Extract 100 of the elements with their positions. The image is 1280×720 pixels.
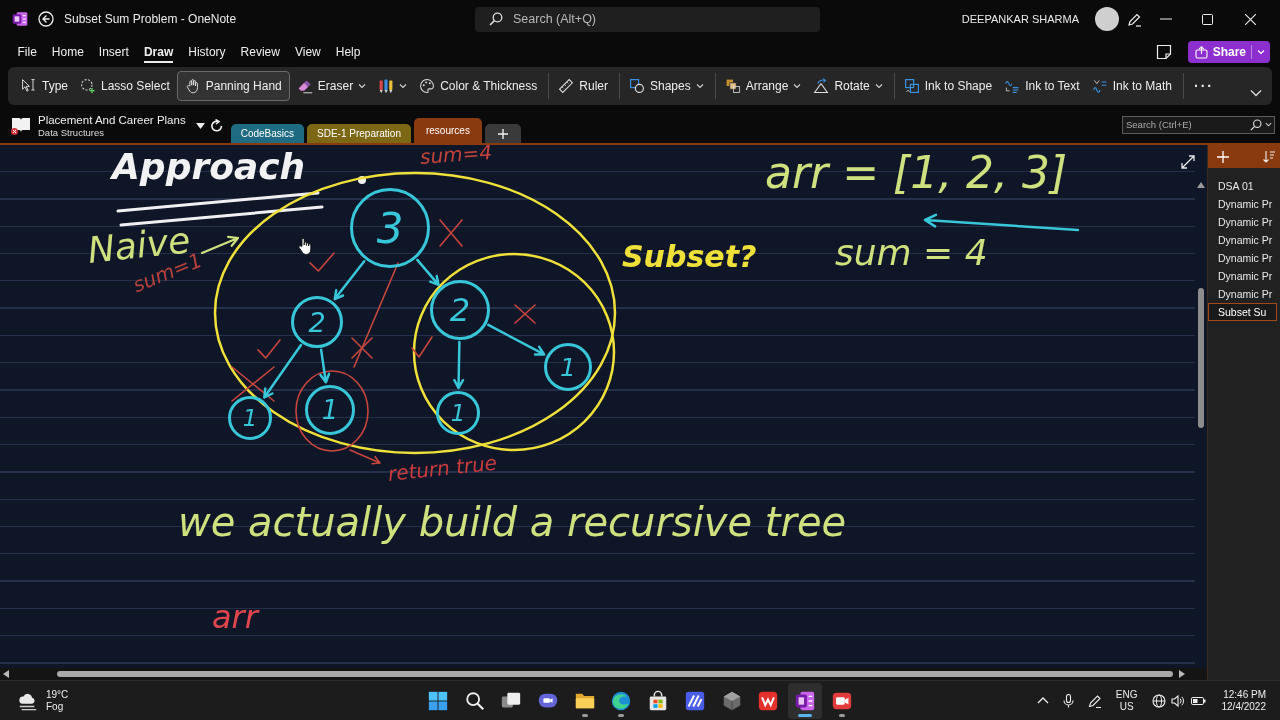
shapes-icon bbox=[629, 78, 645, 94]
scroll-thumb[interactable] bbox=[57, 671, 1173, 677]
clock-date[interactable]: 12/4/2022 bbox=[1221, 700, 1266, 713]
page-item[interactable]: DSA 01 bbox=[1208, 177, 1277, 195]
plus-icon[interactable] bbox=[1217, 150, 1229, 163]
cross-mark-icon bbox=[514, 304, 536, 324]
scroll-up-icon[interactable] bbox=[1197, 182, 1205, 188]
section-tab[interactable]: resources bbox=[413, 118, 482, 143]
handwritten-text: sum = 4 bbox=[835, 233, 988, 273]
rotate-icon bbox=[813, 78, 830, 94]
search-field[interactable]: Search (Ctrl+E) bbox=[1122, 115, 1275, 134]
menu-tab[interactable]: Insert bbox=[98, 41, 129, 63]
ribbon-button[interactable]: Color & Thickness bbox=[414, 71, 543, 101]
tree-node: 1 bbox=[436, 391, 480, 435]
share-icon bbox=[1194, 45, 1208, 59]
menu-tab[interactable]: Review bbox=[240, 41, 280, 63]
account-name: DEEPANKAR SHARMA bbox=[961, 13, 1079, 25]
chevron-down-icon[interactable] bbox=[1250, 89, 1262, 97]
scroll-left-icon[interactable] bbox=[3, 670, 9, 678]
pen-icon[interactable] bbox=[1087, 693, 1102, 708]
avatar bbox=[1095, 7, 1119, 31]
zigzag-tile-icon bbox=[757, 689, 780, 712]
menu-tab[interactable]: Help bbox=[335, 41, 361, 63]
edge-arrow bbox=[263, 343, 303, 399]
language-code[interactable]: ENG bbox=[1115, 688, 1138, 701]
page-item[interactable]: Dynamic Pr bbox=[1208, 267, 1277, 285]
maximize-icon[interactable] bbox=[1202, 13, 1213, 25]
sync-icon[interactable] bbox=[210, 119, 223, 132]
ink-to-text-icon bbox=[1004, 78, 1021, 94]
handwritten-text: Subset? bbox=[622, 240, 757, 273]
tree-node: 1 bbox=[228, 396, 272, 440]
edge-arrow bbox=[487, 323, 546, 356]
section-tab[interactable]: SDE-1 Preparation bbox=[307, 124, 411, 143]
tick-mark-icon bbox=[257, 339, 281, 359]
page-item[interactable]: Dynamic Pr bbox=[1208, 213, 1277, 231]
cross-mark-icon bbox=[231, 366, 275, 402]
ribbon-button[interactable]: Eraser bbox=[291, 71, 372, 101]
window-title: Subset Sum Problem - OneNote bbox=[64, 12, 237, 26]
tree-node: 2 bbox=[291, 296, 343, 348]
caret-icon bbox=[695, 82, 704, 90]
menu-tab[interactable]: History bbox=[188, 41, 226, 63]
caret-icon bbox=[358, 82, 367, 90]
page-item[interactable]: Dynamic Pr bbox=[1208, 249, 1277, 267]
handwritten-text: we actually build a recursive tree bbox=[178, 500, 847, 544]
type-icon bbox=[21, 78, 37, 94]
close-icon[interactable] bbox=[1245, 13, 1256, 25]
notebook-name[interactable]: Placement And Career Plans bbox=[38, 113, 186, 126]
caret-icon[interactable] bbox=[195, 122, 205, 129]
ribbon-button[interactable]: Ink to Math bbox=[1086, 71, 1177, 101]
ribbon-button[interactable]: Type bbox=[16, 71, 73, 101]
region-code[interactable]: US bbox=[1119, 700, 1134, 713]
ribbon-button[interactable]: Lasso Select bbox=[75, 71, 175, 101]
page-item[interactable]: Dynamic Pr bbox=[1208, 195, 1277, 213]
edge-arrow bbox=[453, 340, 465, 390]
ink-to-math-icon bbox=[1091, 78, 1108, 94]
battery-icon[interactable] bbox=[1190, 696, 1206, 705]
menu-tab[interactable]: Draw bbox=[143, 41, 174, 63]
share-button[interactable]: Share bbox=[1187, 41, 1270, 63]
menu-tab[interactable]: File bbox=[17, 41, 37, 63]
scroll-thumb[interactable] bbox=[1198, 288, 1204, 428]
notebook-icon[interactable] bbox=[10, 115, 32, 136]
chevron-up-icon[interactable] bbox=[1036, 697, 1049, 704]
expand-icon[interactable] bbox=[1181, 155, 1195, 169]
caret-icon bbox=[399, 82, 408, 90]
ribbon-button[interactable]: Ruler bbox=[553, 71, 613, 101]
tick-mark-icon bbox=[411, 336, 433, 358]
edge-arrow bbox=[333, 259, 366, 301]
eraser-icon bbox=[296, 78, 313, 94]
menu-tab[interactable]: View bbox=[294, 41, 321, 63]
caret-icon bbox=[874, 82, 883, 90]
menu-tab[interactable]: Home bbox=[51, 41, 84, 63]
tick-mark-icon bbox=[309, 252, 335, 272]
ribbon-button[interactable]: Ink to Text bbox=[999, 71, 1085, 101]
ribbon-button[interactable]: Shapes bbox=[624, 71, 709, 101]
ribbon-button[interactable]: Ink to Shape bbox=[898, 71, 998, 101]
app-logo-icon bbox=[12, 11, 28, 27]
search-field[interactable]: Search (Alt+Q) bbox=[475, 6, 820, 32]
page-item[interactable]: Dynamic Pr bbox=[1208, 231, 1277, 249]
caret-icon bbox=[1265, 121, 1272, 128]
microphone-icon[interactable] bbox=[1062, 693, 1074, 708]
more-button[interactable]: ··· bbox=[1188, 78, 1220, 94]
section-tab[interactable]: CodeBasics bbox=[230, 124, 305, 143]
add-section-button[interactable] bbox=[484, 124, 521, 143]
weather-condition: Fog bbox=[46, 700, 65, 713]
ribbon-button[interactable]: Arrange bbox=[719, 71, 807, 101]
browser-icon bbox=[610, 689, 633, 712]
sticky-note-icon[interactable] bbox=[1155, 44, 1172, 60]
scroll-right-icon[interactable] bbox=[1179, 670, 1185, 678]
globe-icon[interactable] bbox=[1151, 693, 1166, 708]
sort-icon[interactable] bbox=[1263, 150, 1275, 163]
pen-icon[interactable] bbox=[1127, 11, 1142, 27]
ribbon-button[interactable]: Rotate bbox=[808, 71, 888, 101]
clock-time[interactable]: 12:46 PM bbox=[1223, 688, 1266, 701]
page-item[interactable]: Subset Su bbox=[1208, 303, 1277, 321]
back-icon[interactable] bbox=[38, 11, 54, 27]
ribbon-button[interactable]: Panning Hand bbox=[176, 71, 290, 101]
page-item[interactable]: Dynamic Pr bbox=[1208, 285, 1277, 303]
speaker-icon[interactable] bbox=[1170, 693, 1185, 708]
taskbar-button[interactable] bbox=[787, 682, 822, 719]
handwritten-text: return true bbox=[386, 451, 498, 485]
